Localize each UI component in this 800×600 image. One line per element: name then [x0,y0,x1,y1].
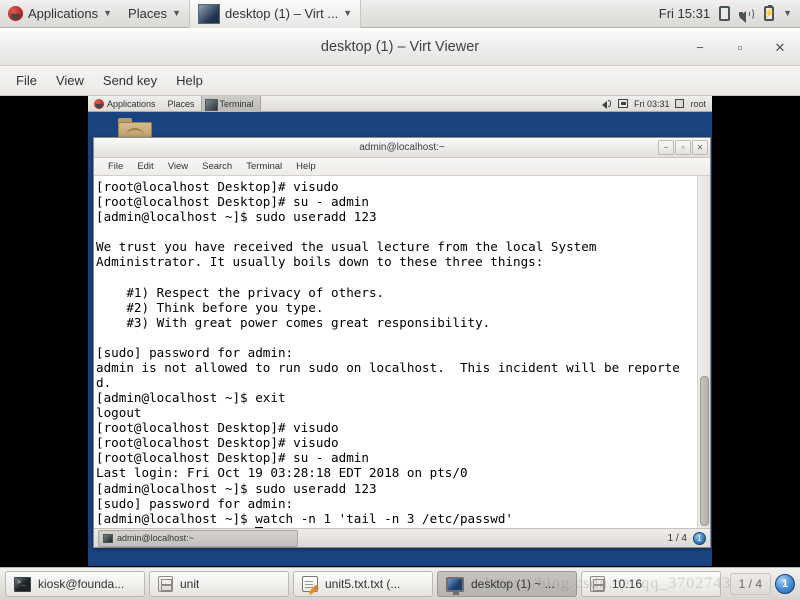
chevron-down-icon: ▼ [343,8,353,18]
guest-applications-label: Applications [107,98,156,109]
taskbar-item-label: unit5.txt.txt (... [325,577,401,591]
maximize-button[interactable]: ▫ [720,28,760,66]
display-icon[interactable] [719,6,731,21]
menu-view[interactable]: View [48,70,92,91]
guest-window-task-button[interactable]: Terminal [200,96,261,112]
archive-icon [590,576,605,592]
terminal-menu-terminal[interactable]: Terminal [240,159,288,174]
chevron-down-icon[interactable]: ▼ [783,9,792,18]
terminal-menu-view[interactable]: View [162,159,194,174]
host-taskbar: kiosk@founda... unit unit5.txt.txt (... … [0,567,800,600]
guest-clock[interactable]: Fri 03:31 [634,99,670,109]
host-clock[interactable]: Fri 15:31 [659,6,710,21]
taskbar-item-label: unit [180,577,200,591]
battery-icon[interactable]: ⚡ [763,5,775,21]
terminal-minimize-button[interactable]: − [658,140,674,155]
volume-icon[interactable] [601,99,612,109]
virt-viewer-titlebar[interactable]: desktop (1) – Virt Viewer − ▫ ✕ [0,28,800,66]
taskbar-item-10-16[interactable]: 10.16 [581,571,721,597]
chevron-down-icon: ▼ [172,8,181,18]
guest-panel-status-area: Fri 03:31 root [601,99,712,109]
taskbar-item-unit[interactable]: unit [149,571,289,597]
guest-places-menu[interactable]: Places [162,96,201,112]
terminal-titlebar[interactable]: admin@localhost:~ − ▫ ✕ [94,138,710,158]
guest-desktop: Applications Places Terminal Fri 03:31 r… [88,96,712,566]
terminal-scrollbar-thumb[interactable] [700,376,709,526]
menu-help[interactable]: Help [168,70,211,91]
guest-top-panel: Applications Places Terminal Fri 03:31 r… [88,96,712,112]
terminal-workspace-badge[interactable]: 1 [693,531,706,545]
taskbar-item-label: 10.16 [612,577,643,591]
terminal-output-text: [root@localhost Desktop]# visudo [root@l… [96,179,680,528]
terminal-statusbar: admin@localhost:~ 1 / 4 1 [94,528,710,547]
host-panel-status-area: Fri 15:31 ⚡ ▼ [659,5,800,23]
close-button[interactable]: ✕ [760,28,800,66]
terminal-menu-file[interactable]: File [102,159,129,174]
guest-places-label: Places [167,98,195,109]
taskbar-item-label: desktop (1) ~ ... [471,577,555,591]
host-top-panel: Applications ▼ Places ▼ desktop (1) – Vi… [0,0,800,28]
terminal-title: admin@localhost:~ [359,142,445,153]
terminal-close-button[interactable]: ✕ [692,140,708,155]
monitor-icon [197,3,220,24]
terminal-tab-label: admin@localhost:~ [117,533,194,543]
archive-icon [158,576,173,592]
terminal-menubar: File Edit View Search Terminal Help [94,158,710,176]
fedora-logo-icon [8,6,23,21]
menu-file[interactable]: File [8,70,45,91]
text-editor-icon [302,576,319,596]
guest-window-task-label: Terminal [219,98,254,109]
virt-viewer-title: desktop (1) – Virt Viewer [320,38,480,55]
terminal-body[interactable]: [root@localhost Desktop]# visudo [root@l… [94,176,710,528]
chevron-down-icon: ▼ [103,8,113,18]
applications-menu[interactable]: Applications ▼ [0,0,120,28]
menu-send-key[interactable]: Send key [95,70,165,91]
virt-viewer-menubar: File View Send key Help [0,66,800,96]
terminal-tab[interactable]: admin@localhost:~ [98,529,298,547]
terminal-scrollbar[interactable] [697,176,710,528]
virt-viewer-window: desktop (1) – Virt Viewer − ▫ ✕ File Vie… [0,28,800,567]
virt-viewer-guest-canvas[interactable]: Applications Places Terminal Fri 03:31 r… [0,96,800,566]
places-menu[interactable]: Places ▼ [120,0,189,28]
screen-root: Applications ▼ Places ▼ desktop (1) – Vi… [0,0,800,600]
host-window-task-label: desktop (1) – Virt ... [224,6,339,21]
guest-applications-menu[interactable]: Applications [88,96,162,112]
guest-user-label[interactable]: root [690,99,706,109]
terminal-output[interactable]: [root@localhost Desktop]# visudo [root@l… [94,176,697,528]
terminal-window-controls: − ▫ ✕ [658,140,708,155]
taskbar-workspace-badge[interactable]: 1 [775,574,795,594]
taskbar-item-unit5-txt[interactable]: unit5.txt.txt (... [293,571,433,597]
terminal-menu-search[interactable]: Search [196,159,238,174]
minimize-button[interactable]: − [680,28,720,66]
terminal-window: admin@localhost:~ − ▫ ✕ File Edit View S… [93,137,711,548]
taskbar-item-desktop-virt-viewer[interactable]: desktop (1) ~ ... [437,571,577,597]
virt-viewer-window-controls: − ▫ ✕ [680,28,800,66]
terminal-menu-help[interactable]: Help [290,159,322,174]
terminal-workspace-page[interactable]: 1 / 4 [668,533,687,544]
terminal-icon [103,533,113,543]
terminal-maximize-button[interactable]: ▫ [675,140,691,155]
terminal-menu-edit[interactable]: Edit [131,159,159,174]
taskbar-item-label: kiosk@founda... [38,577,125,591]
taskbar-workspace-page[interactable]: 1 / 4 [729,573,771,595]
applications-menu-label: Applications [28,6,99,21]
host-window-task-button[interactable]: desktop (1) – Virt ... ▼ [188,0,362,28]
places-menu-label: Places [128,6,168,21]
terminal-cursor [255,526,263,528]
monitor-icon [446,576,464,595]
network-icon[interactable] [617,99,628,108]
taskbar-item-kiosk-terminal[interactable]: kiosk@founda... [5,571,145,597]
user-icon [675,99,685,108]
fedora-logo-icon [94,98,104,109]
terminal-icon [14,576,31,592]
volume-icon[interactable] [739,7,755,23]
